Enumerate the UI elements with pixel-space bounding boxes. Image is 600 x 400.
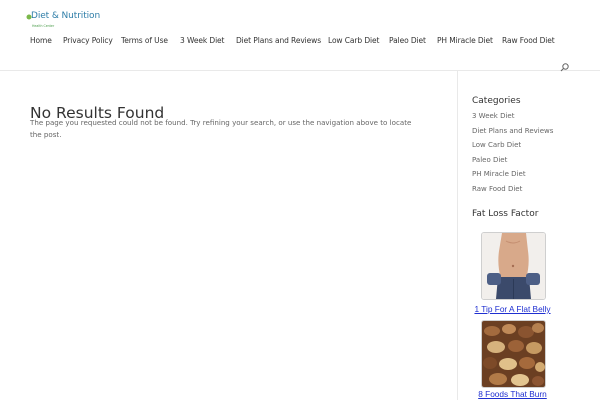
site-header: Diet & Nutrition Health Center Home Priv… [0, 0, 600, 72]
category-link-diet-plans[interactable]: Diet Plans and Reviews [472, 127, 553, 135]
nav-item-diet-plans[interactable]: Diet Plans and Reviews [236, 36, 321, 45]
search-icon[interactable] [560, 63, 569, 72]
nuts-photo [482, 321, 545, 387]
category-link-low-carb-diet[interactable]: Low Carb Diet [472, 141, 521, 149]
sidebar-divider [457, 70, 458, 400]
logo-text: Diet & Nutrition [31, 11, 101, 21]
foods-ad-image[interactable] [481, 320, 546, 388]
category-link-raw-food-diet[interactable]: Raw Food Diet [472, 185, 522, 193]
flat-belly-ad-image[interactable] [481, 232, 546, 300]
flat-belly-photo [482, 233, 545, 299]
flat-belly-ad-link[interactable]: 1 Tip For A Flat Belly [460, 304, 565, 314]
nav-item-raw-food-diet[interactable]: Raw Food Diet [502, 36, 555, 45]
category-link-ph-miracle-diet[interactable]: PH Miracle Diet [472, 170, 526, 178]
site-logo[interactable]: Diet & Nutrition Health Center [26, 11, 103, 31]
nav-item-low-carb-diet[interactable]: Low Carb Diet [328, 36, 379, 45]
nav-item-home[interactable]: Home [30, 36, 52, 45]
logo-subtext: Health Center [32, 24, 55, 28]
fat-loss-factor-heading: Fat Loss Factor [472, 209, 539, 219]
nav-item-3-week-diet[interactable]: 3 Week Diet [180, 36, 225, 45]
category-link-3-week-diet[interactable]: 3 Week Diet [472, 112, 514, 120]
main-navigation: Home Privacy Policy Terms of Use 3 Week … [0, 36, 600, 48]
categories-heading: Categories [472, 96, 521, 106]
nav-item-paleo-diet[interactable]: Paleo Diet [389, 36, 426, 45]
not-found-message: The page you requested could not be foun… [30, 118, 412, 139]
nav-item-ph-miracle-diet[interactable]: PH Miracle Diet [437, 36, 493, 45]
category-link-paleo-diet[interactable]: Paleo Diet [472, 156, 507, 164]
nav-item-privacy-policy[interactable]: Privacy Policy [63, 36, 113, 45]
nav-item-terms-of-use[interactable]: Terms of Use [121, 36, 168, 45]
foods-ad-link[interactable]: 8 Foods That Burn [460, 389, 565, 399]
